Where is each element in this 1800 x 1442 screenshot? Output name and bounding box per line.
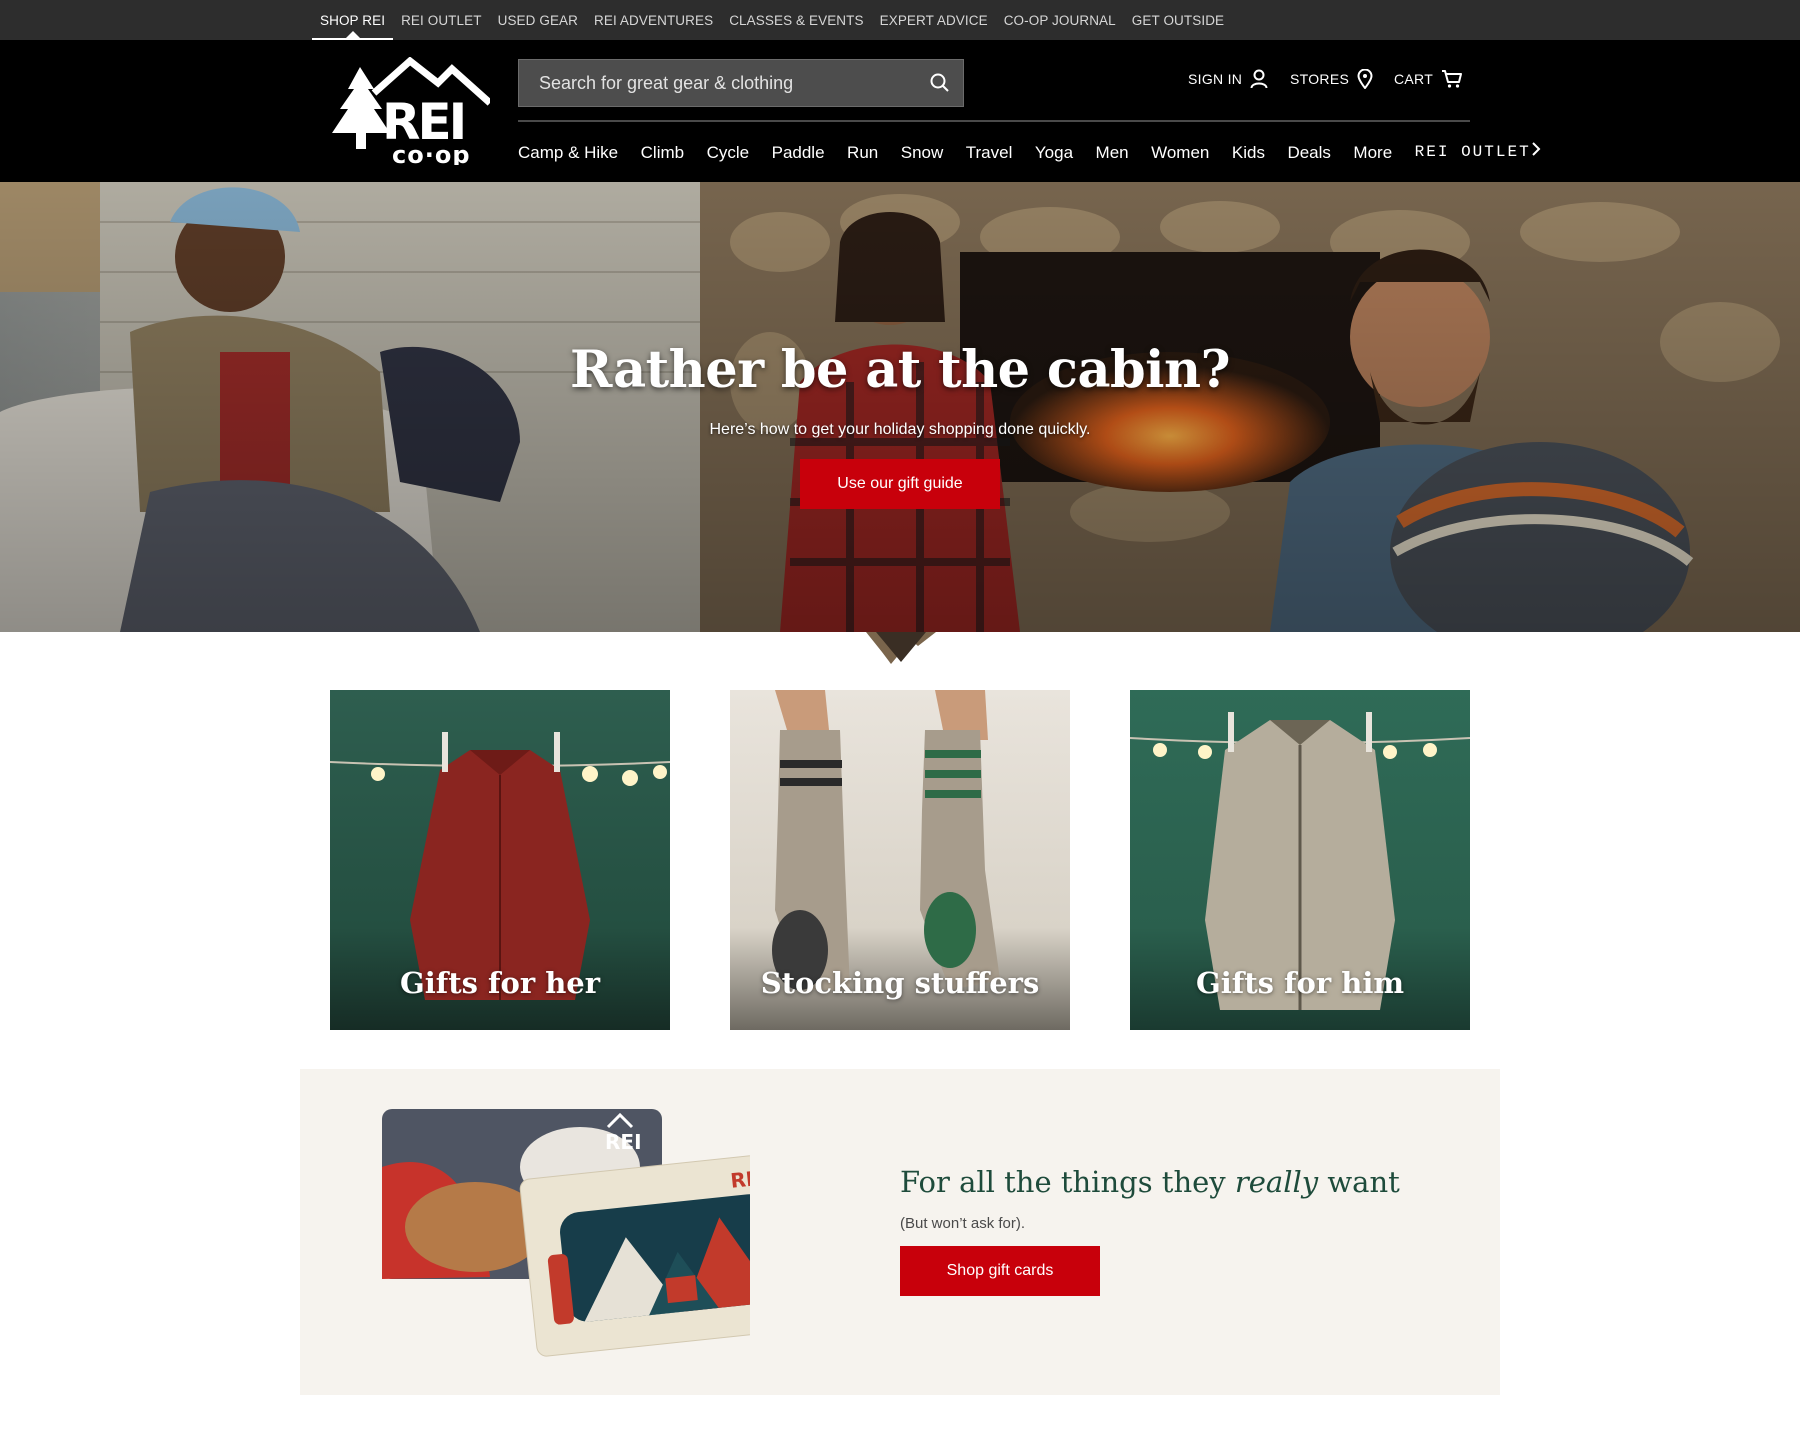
main-nav: Camp & Hike Climb Cycle Paddle Run Snow … — [518, 122, 1541, 182]
hero-banner: Rather be at the cabin? Here’s how to ge… — [0, 182, 1800, 632]
hero-notch-decoration — [866, 632, 936, 664]
nav-kids[interactable]: Kids — [1232, 122, 1265, 182]
tile-gifts-for-him[interactable]: Gifts for him — [1130, 690, 1470, 1030]
cart-icon — [1441, 69, 1463, 89]
search-input[interactable] — [519, 60, 929, 106]
utility-link-rei-adventures[interactable]: REI ADVENTURES — [586, 0, 721, 40]
nav-travel[interactable]: Travel — [966, 122, 1013, 182]
tile-label-gifts-for-her: Gifts for her — [399, 966, 601, 1000]
location-pin-icon — [1357, 69, 1373, 89]
nav-women[interactable]: Women — [1151, 122, 1209, 182]
shop-gift-cards-button[interactable]: Shop gift cards — [900, 1246, 1100, 1296]
nav-men[interactable]: Men — [1096, 122, 1129, 182]
tile-gifts-for-her[interactable]: Gifts for her — [330, 690, 670, 1030]
search-box — [518, 59, 964, 107]
hero-subtitle: Here’s how to get your holiday shopping … — [709, 421, 1091, 438]
nav-camp-hike[interactable]: Camp & Hike — [518, 122, 618, 182]
gift-card-promo: REI REI For all the things they really w… — [300, 1069, 1500, 1395]
tile-label-stocking-stuffers: Stocking stuffers — [760, 966, 1040, 1000]
svg-text:REI: REI — [605, 1130, 642, 1154]
utility-link-coop-journal[interactable]: CO-OP JOURNAL — [996, 0, 1124, 40]
utility-bar: SHOP REI REI OUTLET USED GEAR REI ADVENT… — [0, 0, 1800, 40]
sign-in-label: SIGN IN — [1188, 71, 1243, 87]
svg-text:REI: REI — [729, 1165, 750, 1193]
utility-link-get-outside[interactable]: GET OUTSIDE — [1124, 0, 1232, 40]
nav-cycle[interactable]: Cycle — [707, 122, 750, 182]
user-icon — [1250, 69, 1268, 89]
nav-run[interactable]: Run — [847, 122, 878, 182]
promo-subtitle: (But won’t ask for). — [900, 1215, 1026, 1232]
nav-climb[interactable]: Climb — [641, 122, 684, 182]
tile-label-gifts-for-him: Gifts for him — [1195, 966, 1405, 1000]
nav-more[interactable]: More — [1353, 122, 1392, 182]
utility-nav: SHOP REI REI OUTLET USED GEAR REI ADVENT… — [312, 0, 1232, 40]
tile-stocking-stuffers[interactable]: Stocking stuffers — [730, 690, 1070, 1030]
nav-yoga[interactable]: Yoga — [1035, 122, 1073, 182]
sign-in-link[interactable]: SIGN IN — [1188, 69, 1268, 89]
nav-rei-outlet[interactable]: REI OUTLET — [1415, 122, 1541, 182]
search-icon[interactable] — [929, 72, 951, 94]
utility-link-shop-rei[interactable]: SHOP REI — [312, 0, 394, 40]
hero-cabin-photo — [0, 182, 1800, 632]
utility-link-classes-events[interactable]: CLASSES & EVENTS — [721, 0, 871, 40]
promo-title-emphasis: really — [1234, 1165, 1319, 1199]
chevron-right-icon — [1531, 121, 1541, 183]
promo-title: For all the things they really want — [900, 1165, 1400, 1199]
hero-title: Rather be at the cabin? — [570, 340, 1230, 400]
nav-snow[interactable]: Snow — [901, 122, 944, 182]
gift-cards-image[interactable]: REI REI — [380, 1107, 750, 1357]
stores-label: STORES — [1290, 71, 1350, 87]
svg-text:co·op: co·op — [392, 141, 471, 165]
nav-deals[interactable]: Deals — [1287, 122, 1330, 182]
promo-title-start: For all the things they — [900, 1165, 1235, 1199]
promo-title-end: want — [1318, 1165, 1400, 1199]
cart-link[interactable]: CART — [1394, 69, 1463, 89]
stores-link[interactable]: STORES — [1290, 69, 1373, 89]
nav-paddle[interactable]: Paddle — [772, 122, 825, 182]
gift-guide-button[interactable]: Use our gift guide — [800, 459, 1000, 509]
rei-outlet-label: REI OUTLET — [1414, 143, 1531, 161]
utility-link-used-gear[interactable]: USED GEAR — [490, 0, 586, 40]
rei-coop-logo[interactable]: REI co·op — [330, 56, 493, 169]
site-header: REI co·op SIGN IN STORES CART Camp & H — [0, 40, 1800, 182]
utility-link-rei-outlet[interactable]: REI OUTLET — [393, 0, 490, 40]
cart-label: CART — [1394, 71, 1434, 87]
utility-link-expert-advice[interactable]: EXPERT ADVICE — [872, 0, 996, 40]
